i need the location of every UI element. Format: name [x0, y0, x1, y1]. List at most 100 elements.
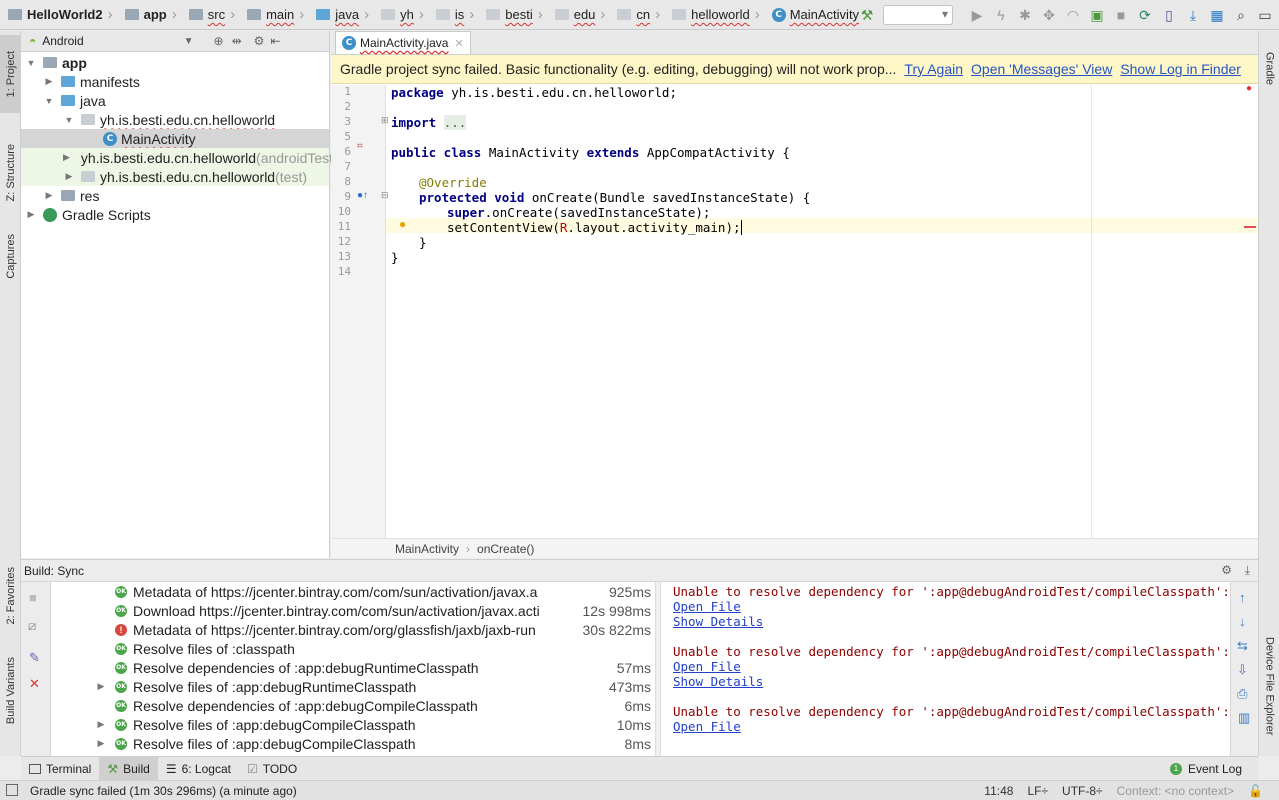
profile-icon[interactable]: ◠: [1065, 7, 1081, 23]
caret-position[interactable]: 11:48: [984, 784, 1013, 798]
search-icon[interactable]: ⌕: [1233, 7, 1249, 23]
collapse-arrow-icon[interactable]: ▶: [43, 76, 55, 87]
collapse-arrow-icon[interactable]: ▶: [95, 738, 107, 749]
soft-wrap-icon[interactable]: ⇆: [1237, 638, 1248, 654]
scroll-from-source-icon[interactable]: ⊕: [214, 34, 224, 48]
build-tree-row[interactable]: ! Metadata of https://jcenter.bintray.com…: [51, 620, 651, 639]
apply-changes-icon[interactable]: ϟ: [993, 7, 1009, 23]
breadcrumb-item[interactable]: helloworld ›: [664, 0, 764, 30]
tab-favorites[interactable]: 2: Favorites: [0, 551, 21, 641]
tab-captures[interactable]: Captures: [0, 221, 21, 291]
build-tree-row[interactable]: OK Resolve dependencies of :app:debugComp…: [51, 696, 651, 715]
tree-item-gradle-scripts[interactable]: ▶ Gradle Scripts: [21, 205, 329, 224]
expand-arrow-icon[interactable]: ▼: [63, 115, 75, 125]
view-mode-select[interactable]: Android: [42, 34, 83, 48]
tree-item-java[interactable]: ▼ java: [21, 91, 329, 110]
tab-mainactivity-java[interactable]: C MainActivity.java ✕: [335, 31, 471, 54]
tab-terminal[interactable]: Terminal: [21, 757, 99, 781]
tab-build-variants[interactable]: Build Variants: [0, 646, 21, 736]
layout-inspector-icon[interactable]: ▭: [1257, 7, 1273, 23]
breadcrumb-item[interactable]: java ›: [308, 0, 373, 30]
breadcrumb-item[interactable]: edu ›: [547, 0, 610, 30]
tab-structure[interactable]: Z: Structure: [0, 123, 21, 223]
breadcrumb-item[interactable]: src ›: [181, 0, 239, 30]
avd-manager-icon[interactable]: ▯: [1161, 7, 1177, 23]
build-tree-row[interactable]: OK Metadata of https://jcenter.bintray.co…: [51, 582, 651, 601]
collapse-arrow-icon[interactable]: ▶: [63, 152, 70, 163]
show-details-link[interactable]: Show Details: [673, 674, 763, 689]
coverage-icon[interactable]: ✥: [1041, 7, 1057, 23]
run-configuration-select[interactable]: [883, 5, 953, 25]
gear-icon[interactable]: ⚙: [1221, 563, 1232, 577]
build-tree-row[interactable]: OK Download https://jcenter.bintray.com/c…: [51, 601, 651, 620]
build-tree-row[interactable]: OK Resolve dependencies of :app:debugRunt…: [51, 658, 651, 677]
tree-item-app[interactable]: ▼ app: [21, 53, 329, 72]
close-icon[interactable]: ✕: [29, 676, 40, 692]
folded-imports[interactable]: ...: [443, 115, 467, 130]
tree-item-res[interactable]: ▶ res: [21, 186, 329, 205]
code-editor[interactable]: 1 2 3 5 6 7 8 9 10 11 12 13 14 ⊞ ⌗ ●↑ ⊟ …: [331, 83, 1258, 538]
scroll-to-end-icon[interactable]: ⇩: [1237, 662, 1248, 678]
tab-gradle[interactable]: Gradle: [1259, 39, 1279, 99]
tab-logcat[interactable]: ☰ 6: Logcat: [158, 757, 239, 781]
breadcrumb-item[interactable]: main ›: [239, 0, 308, 30]
gear-icon[interactable]: ⚙: [254, 34, 265, 48]
open-file-link[interactable]: Open File: [673, 659, 741, 674]
build-hammer-icon[interactable]: ⚒: [859, 7, 875, 23]
chevron-down-icon[interactable]: ▼: [184, 36, 194, 47]
open-file-link[interactable]: Open File: [673, 719, 741, 734]
arrow-down-icon[interactable]: ↓: [1239, 614, 1246, 629]
tab-project[interactable]: 1: Project: [0, 35, 21, 113]
stop-icon[interactable]: ■: [29, 590, 37, 605]
open-file-link[interactable]: Open File: [673, 599, 741, 614]
lock-icon[interactable]: 🔓: [1248, 784, 1263, 798]
splitter[interactable]: [655, 582, 661, 757]
line-separator[interactable]: LF÷: [1027, 784, 1048, 798]
context-indicator[interactable]: Context: <no context>: [1117, 784, 1234, 798]
fold-plus-icon[interactable]: ⊞: [381, 115, 389, 126]
build-tree-row[interactable]: ▶ OK Resolve files of :app:debugRuntimeCla…: [51, 677, 651, 696]
error-mark[interactable]: [1244, 226, 1256, 228]
build-tree-row[interactable]: OK Resolve files of :classpath: [51, 639, 651, 658]
tree-item-package-main[interactable]: ▼ yh.is.besti.edu.cn.helloworld: [21, 110, 329, 129]
crumb-method[interactable]: onCreate(): [477, 542, 534, 556]
breadcrumb-item[interactable]: C MainActivity ›: [764, 0, 873, 30]
breadcrumb-item[interactable]: yh ›: [373, 0, 428, 30]
breadcrumb-item[interactable]: app ›: [117, 0, 181, 30]
tree-item-package-androidtest[interactable]: ▶ yh.is.besti.edu.cn.helloworld (android…: [21, 148, 338, 167]
hide-panel-icon[interactable]: ⇤: [270, 34, 280, 48]
breadcrumb-item[interactable]: HelloWorld2 ›: [0, 0, 117, 30]
expand-arrow-icon[interactable]: ▼: [25, 58, 37, 68]
tab-todo[interactable]: ☑ TODO: [239, 757, 305, 781]
tab-build[interactable]: ⚒ Build: [99, 756, 158, 781]
fold-minus-icon[interactable]: ⊟: [381, 190, 389, 201]
toggle-tool-windows-icon[interactable]: [6, 784, 18, 796]
tab-device-file-explorer[interactable]: Device File Explorer: [1259, 621, 1279, 751]
stop-icon[interactable]: ■: [1113, 7, 1129, 23]
trash-icon[interactable]: ▥: [1238, 710, 1250, 726]
collapse-arrow-icon[interactable]: ▶: [95, 719, 107, 730]
tree-item-package-test[interactable]: ▶ yh.is.besti.edu.cn.helloworld (test): [21, 167, 329, 186]
pin-icon[interactable]: ✎: [29, 650, 40, 666]
arrow-up-icon[interactable]: ↑: [1239, 590, 1246, 605]
tab-event-log[interactable]: 1 Event Log: [1162, 757, 1250, 781]
project-structure-icon[interactable]: ▦: [1209, 7, 1225, 23]
collapse-all-icon[interactable]: ⇹: [232, 34, 242, 48]
error-stripe-icon[interactable]: ●: [1246, 83, 1252, 94]
collapse-arrow-icon[interactable]: ▶: [95, 681, 107, 692]
toggle-view-icon[interactable]: ⧄: [28, 618, 36, 634]
collapse-arrow-icon[interactable]: ▶: [43, 190, 55, 201]
breadcrumb-item[interactable]: besti ›: [478, 0, 546, 30]
tree-item-manifests[interactable]: ▶ manifests: [21, 72, 329, 91]
tree-item-mainactivity[interactable]: C MainActivity: [21, 129, 329, 148]
collapse-arrow-icon[interactable]: ▶: [63, 171, 75, 182]
hide-panel-icon[interactable]: ⤓: [1245, 563, 1250, 578]
file-encoding[interactable]: UTF-8÷: [1062, 784, 1103, 798]
expand-arrow-icon[interactable]: ▼: [43, 96, 55, 106]
class-gutter-icon[interactable]: ⌗: [357, 141, 363, 152]
collapse-arrow-icon[interactable]: ▶: [25, 209, 37, 220]
attach-debugger-icon[interactable]: ▣: [1089, 7, 1105, 23]
sdk-manager-icon[interactable]: ⤓: [1185, 7, 1201, 23]
build-tree-row[interactable]: ▶ OK Resolve files of :app:debugCompileCla…: [51, 715, 651, 734]
print-icon[interactable]: ⎙: [1237, 686, 1247, 702]
